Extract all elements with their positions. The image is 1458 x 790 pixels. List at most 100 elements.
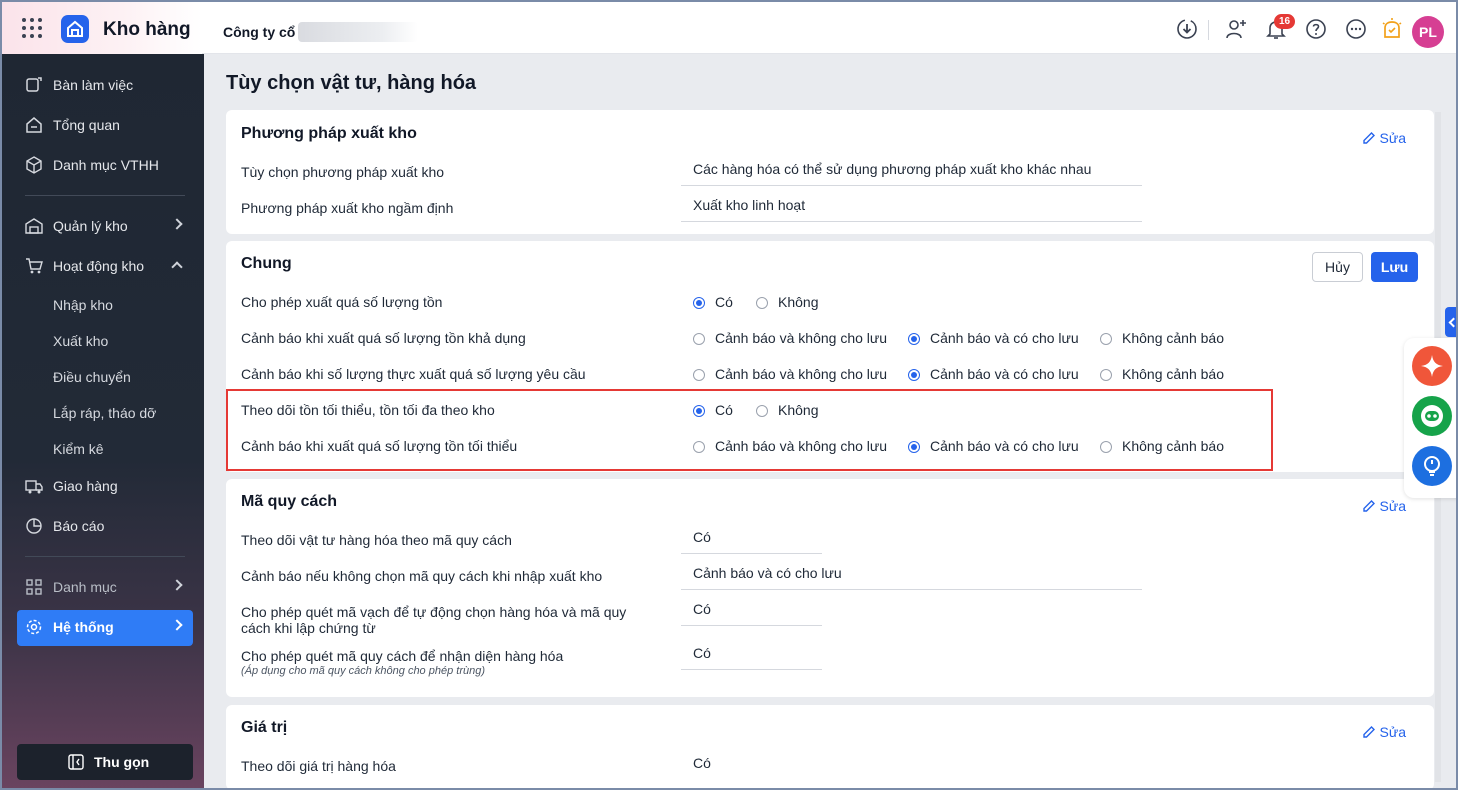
pencil-icon	[1362, 726, 1375, 738]
sidebar-item-label: Báo cáo	[53, 518, 105, 534]
row-label: Phương pháp xuất kho ngầm định	[241, 200, 454, 216]
sidebar: Bàn làm việc Tổng quan Danh mục VTHH Quả…	[2, 54, 204, 788]
sidebar-item-warehouse-management[interactable]: Quản lý kho	[17, 209, 193, 243]
chevron-up-icon	[171, 261, 183, 273]
truck-icon	[25, 480, 43, 494]
add-user-icon[interactable]	[1224, 17, 1248, 41]
notification-badge: 16	[1274, 14, 1295, 29]
row-value: Có	[681, 529, 822, 554]
toolbar-divider	[1208, 20, 1209, 40]
sidebar-item-label: Tổng quan	[53, 117, 120, 133]
company-name-redacted	[298, 22, 418, 42]
assistant-rail	[1404, 338, 1456, 498]
highlight-box	[226, 389, 1273, 471]
row-label: Cho phép quét mã quy cách để nhận diện h…	[241, 648, 564, 664]
chat-bot-icon[interactable]	[1412, 396, 1452, 436]
page-title: Tùy chọn vật tư, hàng hóa	[226, 72, 477, 94]
cancel-button[interactable]: Hủy	[1312, 252, 1363, 282]
row-label: Theo dõi vật tư hàng hóa theo mã quy các…	[241, 532, 512, 548]
pie-chart-icon	[26, 518, 42, 534]
edit-label: Sửa	[1379, 498, 1407, 514]
row-value: Có	[693, 755, 711, 771]
sidebar-item-label: Quản lý kho	[53, 218, 128, 234]
row-value: Các hàng hóa có thể sử dụng phương pháp …	[681, 161, 1142, 186]
sidebar-item-warehouse-activity[interactable]: Hoạt động kho	[17, 249, 193, 283]
download-icon[interactable]	[1175, 17, 1199, 41]
sidebar-divider	[25, 556, 185, 557]
sidebar-divider	[25, 195, 185, 196]
row-label-line1: Cho phép quét mã vạch để tự động chọn hà…	[241, 604, 627, 620]
app-window: Kho hàng Công ty cổ p 16 PL Bàn làm việc	[0, 0, 1458, 790]
collapse-icon	[68, 754, 84, 770]
top-bar: Kho hàng Công ty cổ p 16 PL	[2, 2, 1456, 54]
sidebar-item-workspace[interactable]: Bàn làm việc	[17, 68, 193, 102]
edit-button[interactable]: Sửa	[1362, 498, 1407, 514]
row-label: Cảnh báo khi số lượng thực xuất quá số l…	[241, 366, 586, 382]
sidebar-subitem-transfer[interactable]: Điều chuyển	[53, 369, 131, 385]
sidebar-item-label: Danh mục	[53, 579, 117, 595]
collapse-label: Thu gọn	[94, 754, 150, 770]
row-label: Cho phép xuất quá số lượng tồn	[241, 294, 443, 310]
row-label: Tùy chọn phương pháp xuất kho	[241, 164, 445, 180]
sidebar-subitem-export[interactable]: Xuất kho	[53, 333, 108, 349]
section-export-method: Phương pháp xuất kho Sửa Tùy chọn phương…	[226, 110, 1434, 234]
sidebar-item-system[interactable]: Hệ thống	[17, 610, 193, 646]
edit-button[interactable]: Sửa	[1362, 724, 1407, 740]
section-title: Mã quy cách	[241, 493, 338, 510]
lightbulb-icon[interactable]	[1412, 446, 1452, 486]
cart-icon	[26, 258, 43, 274]
chevron-right-icon	[171, 218, 183, 230]
workspace-icon	[26, 77, 42, 92]
warehouse-icon	[25, 218, 43, 234]
row-note: (Áp dụng cho mã quy cách không cho phép …	[241, 665, 485, 677]
edit-label: Sửa	[1379, 724, 1407, 740]
grid-icon	[26, 579, 42, 595]
sidebar-item-material-catalog[interactable]: Danh mục VTHH	[17, 148, 193, 182]
row-label: Theo dõi giá trị hàng hóa	[241, 758, 396, 774]
pencil-icon	[1362, 500, 1375, 512]
company-name[interactable]: Công ty cổ p	[223, 24, 308, 40]
ai-sparkle-icon[interactable]	[1412, 346, 1452, 386]
sidebar-item-label: Danh mục VTHH	[53, 157, 159, 173]
box-icon	[26, 156, 42, 174]
row-value: Có	[681, 601, 822, 626]
row-label-line2: cách khi lập chứng từ	[241, 620, 376, 636]
section-title: Chung	[241, 255, 292, 272]
gear-icon	[26, 619, 42, 635]
sidebar-subitem-stocktake[interactable]: Kiểm kê	[53, 441, 104, 457]
save-button[interactable]: Lưu	[1371, 252, 1418, 282]
section-value: Giá trị Sửa Theo dõi giá trị hàng hóa Có	[226, 705, 1434, 788]
sidebar-item-label: Hệ thống	[53, 619, 114, 635]
row-label: Cảnh báo khi xuất quá số lượng tồn khả d…	[241, 330, 526, 346]
edit-button[interactable]: Sửa	[1362, 130, 1407, 146]
sidebar-item-reports[interactable]: Báo cáo	[17, 509, 193, 543]
sidebar-subitem-import[interactable]: Nhập kho	[53, 297, 113, 313]
sidebar-item-label: Hoạt động kho	[53, 258, 145, 274]
section-spec-code: Mã quy cách Sửa Theo dõi vật tư hàng hóa…	[226, 479, 1434, 697]
sidebar-item-label: Bàn làm việc	[53, 77, 134, 93]
section-title: Giá trị	[241, 719, 288, 736]
warehouse-logo-icon	[61, 15, 89, 43]
more-icon[interactable]	[1344, 17, 1368, 41]
expand-panel-tab[interactable]	[1445, 307, 1456, 337]
avatar[interactable]: PL	[1412, 16, 1444, 48]
pencil-icon	[1362, 132, 1375, 144]
row-value: Xuất kho linh hoạt	[681, 197, 1142, 222]
sidebar-item-catalog[interactable]: Danh mục	[17, 570, 193, 604]
overview-icon	[26, 117, 42, 133]
edit-label: Sửa	[1379, 130, 1407, 146]
app-launcher-icon[interactable]	[22, 18, 42, 38]
row-value: Có	[681, 645, 822, 670]
sidebar-item-overview[interactable]: Tổng quan	[17, 108, 193, 142]
sidebar-item-delivery[interactable]: Giao hàng	[17, 469, 193, 503]
help-icon[interactable]	[1304, 17, 1328, 41]
idea-icon[interactable]	[1380, 17, 1404, 41]
chevron-right-icon	[171, 579, 183, 591]
section-title: Phương pháp xuất kho	[241, 125, 417, 142]
app-title: Kho hàng	[103, 19, 191, 40]
sidebar-subitem-assembly[interactable]: Lắp ráp, tháo dỡ	[53, 405, 156, 421]
collapse-sidebar-button[interactable]: Thu gọn	[17, 744, 193, 780]
row-label: Cảnh báo nếu không chọn mã quy cách khi …	[241, 568, 603, 584]
row-value: Cảnh báo và có cho lưu	[681, 565, 1142, 590]
chevron-right-icon	[171, 619, 183, 631]
